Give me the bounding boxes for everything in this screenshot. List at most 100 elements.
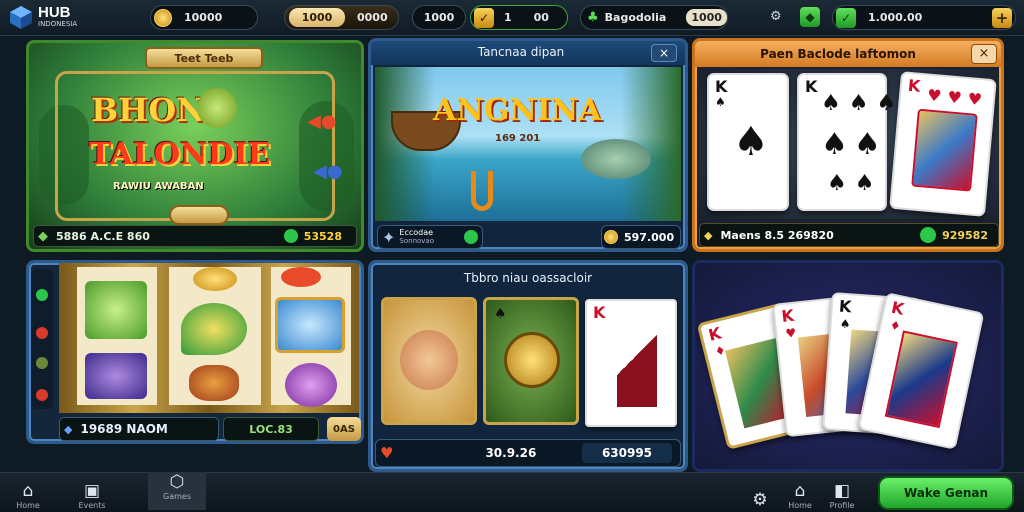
angling-caption: 169 201 [495, 133, 541, 144]
fruit-symbol-icon [189, 365, 239, 401]
nav-label: Profile [829, 501, 855, 510]
fish-icon: ◀● [307, 111, 337, 132]
nav-games[interactable]: ⬡ Games [148, 472, 206, 510]
king-face-icon [884, 330, 958, 429]
logo-cube-icon [8, 4, 34, 30]
balance-value: 1.000.00 [868, 11, 923, 24]
nav-label: Events [78, 501, 106, 510]
settings-icon[interactable]: ⚙ [770, 9, 782, 24]
fish-symbol-icon [85, 281, 147, 339]
poker-panel[interactable]: Paen Baclode laftomon × K ♠ ♠ K ♠♠♠ ♠♠ ♠… [692, 38, 1004, 252]
cube-icon: ◆ [704, 228, 713, 242]
nav-events[interactable]: ▣ Events [68, 481, 116, 510]
green-dot-icon[interactable] [36, 289, 48, 301]
currency-right: 0000 [357, 11, 388, 24]
game-title-line2: TALONDIE [89, 137, 271, 172]
card-rank: K [805, 77, 818, 96]
gem-pill[interactable]: ♣ Bagodolia 1000 [580, 5, 728, 30]
playing-card[interactable]: K ♥♥♥ [889, 71, 997, 217]
slots-panel[interactable]: ◆ 19689 NAOM LOC.83 0AS [26, 260, 364, 444]
check-icon: ✓ [474, 7, 494, 28]
logo-subtext: INDONESIA [38, 20, 78, 28]
table-game-panel[interactable]: Tbbro niau oassacloir ♠ K ♥ 30.9.26 6309… [368, 260, 688, 472]
playing-card[interactable]: K ♠♠♠ ♠♠ ♠♠ [797, 73, 896, 211]
card-art [617, 327, 657, 407]
heart-icon: ♥ [380, 444, 394, 462]
poker-jackpot-bar: ◆ Maens 8.5 269820 929582 [699, 223, 999, 247]
angling-value: 597.000 [624, 230, 675, 244]
playing-card[interactable]: K ♠ ♠ [707, 73, 789, 211]
angling-title: ANGNINA [433, 93, 602, 128]
elf-face-icon [400, 330, 458, 390]
profile-icon: ◧ [833, 481, 851, 501]
spade-icon: ♠ [733, 119, 769, 165]
red-dot-icon[interactable] [36, 327, 48, 339]
diamond-icon[interactable]: ◆ [800, 7, 820, 27]
jackpot-value: 53528 [303, 229, 342, 243]
close-button[interactable]: × [651, 44, 677, 62]
currency-value: 1000 [289, 8, 345, 27]
stat-pill[interactable]: 1000 [412, 5, 466, 30]
add-funds-button[interactable]: + [992, 7, 1012, 28]
card-rank: K [838, 296, 853, 317]
diamond-icon: ♦ [888, 317, 902, 334]
jackpot-label: 5886 A.C.E 860 [56, 229, 150, 243]
panel-header: Paen Baclode laftomon [760, 47, 916, 61]
fish-icon: ◀● [313, 161, 343, 182]
nav-profile[interactable]: ◧ Profile [818, 481, 866, 510]
status-dot-icon [283, 229, 298, 243]
playing-card[interactable]: K [585, 299, 677, 427]
heart-icon: ♥♥♥ [926, 85, 989, 110]
spade-icon: ♠♠♠ [821, 91, 905, 116]
heart-icon: ♥ [784, 325, 797, 341]
angling-info-bar: ✦ Eccodae Sonnovao [377, 225, 483, 249]
slot-side-controls [31, 269, 53, 409]
angling-label-bottom: Sonnovao [399, 237, 435, 245]
fishing-game-panel[interactable]: Teet Teeb BHONU TALONDIE RAWIU AWABAN ◀●… [26, 40, 364, 252]
nav-label: Home [16, 501, 40, 510]
shrimp-symbol-icon [281, 267, 321, 287]
wallet-icon: ✓ [836, 7, 856, 28]
slot-reel [271, 267, 351, 407]
slots-value: LOC.83 [223, 417, 319, 441]
card-rank: K [593, 303, 606, 322]
close-button[interactable]: × [971, 44, 997, 64]
top-bar: HUB INDONESIA 10000 1000 0000 1000 ✓ 1 0… [0, 0, 1024, 36]
coin-amount: 10000 [184, 11, 223, 24]
card-rank: K [889, 297, 906, 319]
worm-bait-icon [471, 171, 493, 211]
card-rank: K [780, 305, 795, 327]
slots-bar: ◆ 19689 NAOM [59, 417, 219, 441]
spade-icon: ♠♠ [827, 171, 883, 196]
coin-balance-pill[interactable]: 10000 [150, 5, 258, 30]
king-face-icon [911, 108, 978, 192]
gear-dot-icon[interactable] [36, 357, 48, 369]
diamond-icon: ◆ [64, 422, 73, 436]
check-pill[interactable]: ✓ 1 00 [470, 5, 568, 30]
balance-pill[interactable]: ✓ 1.000.00 + [832, 5, 1016, 30]
nav-home[interactable]: ⌂ Home [4, 481, 52, 510]
spin-button[interactable]: 0AS [327, 417, 361, 441]
fish-symbol-icon [275, 297, 345, 353]
currency-pill[interactable]: 1000 0000 [284, 5, 399, 30]
nav-home-right[interactable]: ⌂ Home [776, 481, 824, 510]
gem-value: 1000 [686, 9, 727, 26]
red-dot-icon[interactable] [36, 389, 48, 401]
slots-bar-label: 19689 NAOM [80, 422, 168, 436]
elf-character-card[interactable] [381, 297, 477, 425]
home-icon: ⌂ [22, 481, 34, 501]
card-rank: K [706, 323, 724, 345]
nav-label: Home [788, 501, 812, 510]
jackpot-bar: ◆ 5886 A.C.E 860 53528 [33, 225, 357, 247]
card-fan-panel[interactable]: K ♦ K ♥ K ♠ K ♦ [692, 260, 1004, 472]
slot-reel [169, 267, 261, 405]
shield-icon [504, 332, 560, 388]
cta-button[interactable]: Wake Genan [878, 476, 1014, 510]
check-left: 1 [504, 11, 512, 24]
panel-header: Tbbro niau oassacloir [463, 271, 593, 285]
game-subtitle: RAWIU AWABAN [113, 181, 204, 192]
table-value-right: 630995 [582, 443, 672, 463]
shield-card[interactable]: ♠ [483, 297, 579, 425]
nav-label: Games [163, 492, 191, 501]
angling-game-panel[interactable]: Tancnaa dipan × ANGNINA 169 201 ✦ Eccoda… [368, 38, 688, 252]
